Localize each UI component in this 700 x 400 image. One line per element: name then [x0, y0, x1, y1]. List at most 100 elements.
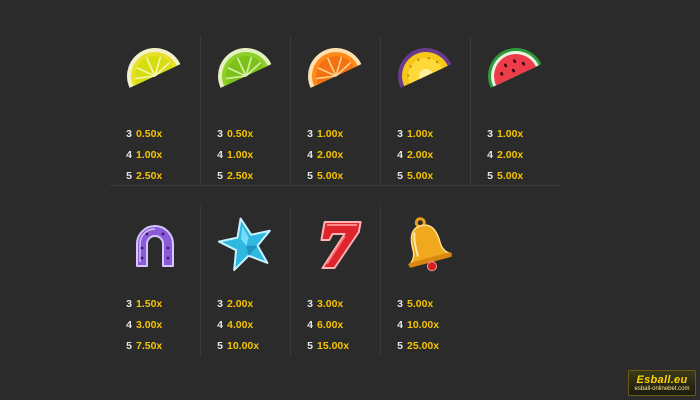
match-count: 4 — [397, 149, 403, 161]
multiplier: 5.00x — [407, 298, 434, 310]
paytable-row-fruits: 3 0.50x 4 1.00x 5 2.50x 3 0.50x 4 1.00x … — [110, 36, 560, 186]
multiplier: 3.00x — [317, 298, 344, 310]
symbol-cell-pineapple: 3 1.00x 4 2.00x 5 5.00x — [380, 36, 470, 186]
match-count: 5 — [217, 170, 223, 182]
symbol-cell-star: 3 2.00x 4 4.00x 5 10.00x — [200, 206, 290, 356]
star-icon — [217, 217, 271, 272]
horseshoe-icon — [136, 225, 174, 267]
multiplier: 2.00x — [317, 149, 344, 161]
symbol-cell-lemon: 3 0.50x 4 1.00x 5 2.50x — [110, 36, 200, 186]
match-count: 4 — [487, 149, 493, 161]
pay-line: 3 2.00x — [201, 294, 291, 315]
multiplier: 5.00x — [497, 170, 524, 182]
match-count: 4 — [217, 319, 223, 331]
multiplier: 6.00x — [317, 319, 344, 331]
match-count: 5 — [487, 170, 493, 182]
pay-line: 5 5.00x — [471, 166, 561, 187]
pay-line: 3 1.00x — [381, 124, 471, 145]
pay-line: 3 1.00x — [291, 124, 381, 145]
multiplier: 1.00x — [136, 149, 163, 161]
match-count: 3 — [397, 298, 403, 310]
multiplier: 3.00x — [136, 319, 163, 331]
symbol-cell-orange: 3 1.00x 4 2.00x 5 5.00x — [290, 36, 380, 186]
pay-line: 5 5.00x — [291, 166, 381, 187]
pineapple-slice-icon — [398, 48, 452, 88]
pay-line: 3 1.00x — [471, 124, 561, 145]
match-count: 3 — [126, 128, 132, 140]
pay-line: 5 7.50x — [110, 336, 200, 357]
symbol-cell-bell: 3 5.00x 4 10.00x 5 25.00x — [380, 206, 470, 356]
multiplier: 0.50x — [136, 128, 163, 140]
lemon-slice-icon — [127, 48, 181, 88]
pay-line: 5 2.50x — [201, 166, 291, 187]
pay-line: 3 1.50x — [110, 294, 200, 315]
match-count: 5 — [217, 340, 223, 352]
symbol-cell-seven: 3 3.00x 4 6.00x 5 15.00x — [290, 206, 380, 356]
watermark-brand: Esball — [636, 373, 671, 386]
symbol-cell-lime: 3 0.50x 4 1.00x 5 2.50x — [200, 36, 290, 186]
symbol-cell-watermelon: 3 1.00x 4 2.00x 5 5.00x — [470, 36, 560, 186]
match-count: 4 — [307, 149, 313, 161]
pay-line: 4 1.00x — [110, 145, 200, 166]
match-count: 5 — [397, 340, 403, 352]
pay-line: 5 15.00x — [291, 336, 381, 357]
match-count: 3 — [217, 128, 223, 140]
match-count: 3 — [487, 128, 493, 140]
match-count: 4 — [217, 149, 223, 161]
multiplier: 5.00x — [407, 170, 434, 182]
match-count: 5 — [126, 170, 132, 182]
multiplier: 2.00x — [227, 298, 254, 310]
pay-line: 3 5.00x — [381, 294, 471, 315]
match-count: 5 — [307, 170, 313, 182]
match-count: 4 — [126, 149, 132, 161]
multiplier: 10.00x — [407, 319, 440, 331]
symbol-cell-horseshoe: 3 1.50x 4 3.00x 5 7.50x — [110, 206, 200, 356]
multiplier: 10.00x — [227, 340, 260, 352]
watermark-url: esball-onlinebet.com — [634, 385, 690, 392]
match-count: 5 — [397, 170, 403, 182]
watermark-logo: Esball.eu esball-onlinebet.com — [628, 370, 696, 396]
multiplier: 2.00x — [497, 149, 524, 161]
watermark-suffix: .eu — [670, 373, 688, 386]
multiplier: 0.50x — [227, 128, 254, 140]
multiplier: 1.50x — [136, 298, 163, 310]
match-count: 3 — [126, 298, 132, 310]
match-count: 3 — [217, 298, 223, 310]
seven-icon — [320, 221, 362, 269]
match-count: 4 — [126, 319, 132, 331]
match-count: 3 — [307, 298, 313, 310]
multiplier: 4.00x — [227, 319, 254, 331]
match-count: 3 — [307, 128, 313, 140]
pay-line: 3 3.00x — [291, 294, 381, 315]
pay-line: 4 2.00x — [291, 145, 381, 166]
orange-slice-icon — [308, 48, 362, 88]
multiplier: 5.00x — [317, 170, 344, 182]
pay-line: 4 2.00x — [381, 145, 471, 166]
pay-line: 4 3.00x — [110, 315, 200, 336]
pay-line: 5 25.00x — [381, 336, 471, 357]
pay-line: 3 0.50x — [110, 124, 200, 145]
match-count: 4 — [307, 319, 313, 331]
paytable-grid: 3 0.50x 4 1.00x 5 2.50x 3 0.50x 4 1.00x … — [110, 36, 560, 356]
multiplier: 1.00x — [227, 149, 254, 161]
pay-line: 4 1.00x — [201, 145, 291, 166]
pay-line: 5 5.00x — [381, 166, 471, 187]
watermelon-slice-icon — [488, 48, 542, 88]
paytable-row-specials: 3 1.50x 4 3.00x 5 7.50x 3 2.00x 4 4.00x 5 10 — [110, 206, 560, 356]
pay-line: 4 2.00x — [471, 145, 561, 166]
pay-line: 5 2.50x — [110, 166, 200, 187]
multiplier: 1.00x — [407, 128, 434, 140]
match-count: 5 — [307, 340, 313, 352]
multiplier: 2.50x — [136, 170, 163, 182]
bell-icon — [408, 217, 452, 272]
pay-line: 4 10.00x — [381, 315, 471, 336]
multiplier: 25.00x — [407, 340, 440, 352]
pay-line: 4 6.00x — [291, 315, 381, 336]
multiplier: 2.50x — [227, 170, 254, 182]
lime-slice-icon — [218, 48, 272, 88]
match-count: 4 — [397, 319, 403, 331]
multiplier: 1.00x — [497, 128, 524, 140]
match-count: 5 — [126, 340, 132, 352]
multiplier: 15.00x — [317, 340, 350, 352]
multiplier: 7.50x — [136, 340, 163, 352]
